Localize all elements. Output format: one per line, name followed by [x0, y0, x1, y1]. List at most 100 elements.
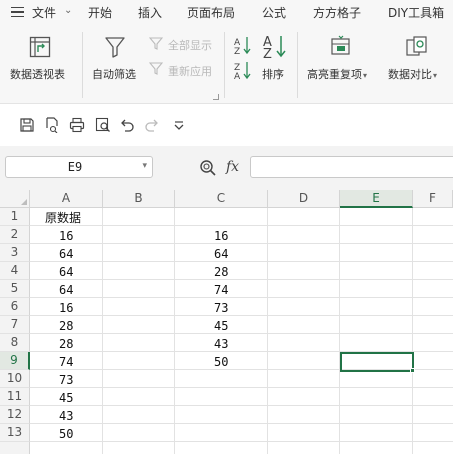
cell-a7[interactable]: 28: [59, 317, 73, 335]
customize-icon[interactable]: [171, 117, 187, 133]
column-header-d[interactable]: D: [268, 190, 340, 208]
cell-a5[interactable]: 64: [59, 281, 73, 299]
column-header-e[interactable]: E: [340, 190, 413, 208]
svg-text:A: A: [234, 72, 241, 80]
undo-icon[interactable]: [119, 117, 135, 133]
cell-c7[interactable]: 45: [214, 317, 228, 335]
show-all-icon: [149, 37, 163, 50]
selected-cell-e9[interactable]: [340, 352, 414, 372]
cell-c8[interactable]: 43: [214, 335, 228, 353]
cell-c3[interactable]: 64: [214, 245, 228, 263]
cell-a11[interactable]: 45: [59, 389, 73, 407]
gridline: [102, 208, 103, 454]
show-all-button[interactable]: 全部显示: [168, 37, 212, 53]
cell-c6[interactable]: 73: [214, 299, 228, 317]
gridline: [30, 297, 453, 298]
cell-a9[interactable]: 74: [59, 353, 73, 371]
highlight-duplicates-icon[interactable]: [330, 35, 352, 59]
row-header-2[interactable]: 2: [0, 226, 30, 244]
find-icon[interactable]: [95, 117, 111, 133]
cell-a6[interactable]: 16: [59, 299, 73, 317]
pivot-table-icon[interactable]: [29, 36, 51, 58]
highlight-duplicates-button[interactable]: 高亮重复项▾: [307, 66, 367, 82]
gridline: [30, 387, 453, 388]
sort-button[interactable]: 排序: [262, 66, 284, 82]
sort-ascending-icon[interactable]: A Z: [234, 35, 252, 55]
row-header-6[interactable]: 6: [0, 298, 30, 316]
ribbon-divider: [224, 32, 225, 98]
cell-a1[interactable]: 原数据: [45, 209, 81, 227]
cell-a3[interactable]: 64: [59, 245, 73, 263]
svg-text:Z: Z: [263, 47, 272, 59]
row-header-11[interactable]: 11: [0, 388, 30, 406]
data-compare-icon[interactable]: [405, 35, 429, 59]
row-header-8[interactable]: 8: [0, 334, 30, 352]
row-header-4[interactable]: 4: [0, 262, 30, 280]
chevron-down-icon[interactable]: ⌄: [64, 5, 72, 16]
gridline: [412, 208, 413, 454]
tab-page-layout[interactable]: 页面布局: [187, 4, 235, 21]
row-header-14[interactable]: [0, 442, 30, 454]
tab-diy-toolbox[interactable]: DIY工具箱: [388, 4, 444, 21]
dropdown-arrow-icon: ▾: [433, 71, 438, 80]
row-header-7[interactable]: 7: [0, 316, 30, 334]
cell-a13[interactable]: 50: [59, 425, 73, 443]
print-preview-icon[interactable]: [44, 117, 60, 133]
tab-home[interactable]: 开始: [88, 4, 112, 21]
redo-icon[interactable]: [144, 117, 160, 133]
dialog-launcher-icon[interactable]: [213, 94, 219, 100]
gridline: [267, 208, 268, 454]
data-compare-label: 数据对比: [388, 68, 432, 81]
data-compare-button[interactable]: 数据对比▾: [388, 66, 437, 82]
cell-c2[interactable]: 16: [214, 227, 228, 245]
filter-icon[interactable]: [104, 35, 126, 59]
cell-a12[interactable]: 43: [59, 407, 73, 425]
cell-a10[interactable]: 73: [59, 371, 73, 389]
row-header-1[interactable]: 1: [0, 208, 30, 226]
zoom-search-icon[interactable]: [199, 159, 217, 177]
reapply-button[interactable]: 重新应用: [168, 63, 212, 79]
print-icon[interactable]: [69, 117, 85, 133]
column-header-b[interactable]: B: [103, 190, 175, 208]
gridline: [30, 441, 453, 442]
row-header-9[interactable]: 9: [0, 352, 30, 370]
tab-fangfang[interactable]: 方方格子: [313, 4, 361, 21]
spreadsheet-grid: A B C D E F 1 2 3 4 5 6 7 8 9 10 11 12 1…: [0, 190, 453, 454]
save-icon[interactable]: [19, 117, 35, 133]
pivot-table-button[interactable]: 数据透视表: [10, 66, 65, 82]
sort-icon[interactable]: A Z: [262, 33, 288, 59]
name-box[interactable]: E9 ▾: [5, 156, 153, 178]
cell-a4[interactable]: 64: [59, 263, 73, 281]
chevron-down-icon[interactable]: ▾: [142, 161, 147, 171]
gridline: [30, 315, 453, 316]
column-header-a[interactable]: A: [30, 190, 103, 208]
row-header-3[interactable]: 3: [0, 244, 30, 262]
gridline: [30, 423, 453, 424]
gridline: [30, 279, 453, 280]
cell-c4[interactable]: 28: [214, 263, 228, 281]
row-header-12[interactable]: 12: [0, 406, 30, 424]
column-header-f[interactable]: F: [413, 190, 453, 208]
fill-handle[interactable]: [410, 368, 415, 373]
function-icon[interactable]: fx: [226, 159, 239, 175]
hamburger-menu-icon[interactable]: [11, 7, 24, 17]
auto-filter-button[interactable]: 自动筛选: [92, 66, 136, 82]
cell-a8[interactable]: 28: [59, 335, 73, 353]
row-header-10[interactable]: 10: [0, 370, 30, 388]
row-header-13[interactable]: 13: [0, 424, 30, 442]
cell-c5[interactable]: 74: [214, 281, 228, 299]
formula-input[interactable]: [250, 156, 453, 178]
gridline: [30, 225, 453, 226]
select-all-corner[interactable]: [0, 190, 30, 208]
highlight-duplicates-label: 高亮重复项: [307, 68, 362, 81]
sort-descending-icon[interactable]: Z A: [234, 60, 252, 80]
cell-a2[interactable]: 16: [59, 227, 73, 245]
tab-formulas[interactable]: 公式: [262, 4, 286, 21]
svg-text:Z: Z: [234, 47, 240, 55]
row-header-5[interactable]: 5: [0, 280, 30, 298]
menu-file[interactable]: 文件: [32, 4, 56, 21]
column-header-c[interactable]: C: [175, 190, 268, 208]
quick-access-toolbar: [0, 104, 453, 146]
cell-c9[interactable]: 50: [214, 353, 228, 371]
tab-insert[interactable]: 插入: [138, 4, 162, 21]
